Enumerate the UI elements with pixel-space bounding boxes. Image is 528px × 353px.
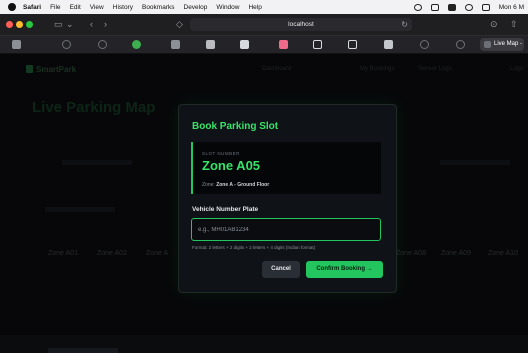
slot-zone-prefix: Zone: [202,182,215,188]
browser-toolbar: ▭ ⌄ ‹ › ◇ localhost ↻ ⊙ ⇧ [0,14,528,36]
booking-modal: Book Parking Slot SLOT NUMBER Zone A05 Z… [178,104,397,293]
back-icon[interactable]: ‹ [90,14,93,35]
menu-help[interactable]: Help [248,4,261,11]
tab-icon[interactable] [240,40,249,49]
tab-icon[interactable] [132,40,141,49]
tab-icon[interactable] [420,40,429,49]
tab-icon[interactable] [171,40,180,49]
slot-info-card: SLOT NUMBER Zone A05 Zone: Zone A - Grou… [191,142,381,194]
forward-icon[interactable]: › [104,14,107,35]
menu-view[interactable]: View [90,4,104,11]
apple-icon[interactable] [8,3,16,11]
tab-live-map-label: Live Map - [494,41,523,47]
tab-icon[interactable] [206,40,215,49]
slot-zone-value: Zone A - Ground Floor [216,182,270,188]
menubar-clock[interactable]: Mon 6 M [499,4,524,11]
sidebar-icon[interactable]: ▭ [54,14,63,35]
slot-zone-line: Zone: Zone A - Ground Floor [202,182,269,188]
status-record-icon[interactable] [413,3,422,11]
address-bar[interactable]: localhost ↻ [190,18,412,31]
footer-placeholder [48,348,118,353]
download-icon[interactable]: ⊙ [490,14,498,35]
tab-favicon-icon [484,41,491,48]
menu-file[interactable]: File [50,4,60,11]
vehicle-plate-input[interactable] [191,218,381,241]
tab-icon[interactable] [313,40,322,49]
search-icon[interactable] [464,3,473,11]
macos-menubar: Safari File Edit View History Bookmarks … [0,0,528,14]
chevron-down-icon[interactable]: ⌄ [66,14,74,35]
menu-history[interactable]: History [113,4,133,11]
tab-icon[interactable] [279,40,288,49]
address-text: localhost [288,21,314,28]
modal-title: Book Parking Slot [192,121,279,132]
battery-icon[interactable] [447,3,456,11]
menu-bookmarks[interactable]: Bookmarks [142,4,175,11]
vehicle-plate-label: Vehicle Number Plate [192,206,259,213]
tab-icon[interactable] [98,40,107,49]
menu-window[interactable]: Window [216,4,239,11]
share-icon[interactable]: ⇧ [510,14,518,35]
close-window-icon[interactable] [6,21,13,28]
tab-icon[interactable] [384,40,393,49]
tab-icon[interactable] [348,40,357,49]
reload-icon[interactable]: ↻ [401,18,408,31]
slot-number-value: Zone A05 [202,158,261,173]
confirm-booking-button[interactable]: Confirm Booking → [306,261,383,278]
tab-live-map[interactable]: Live Map - [480,38,524,51]
tab-icon[interactable] [62,40,71,49]
tab-icon[interactable] [456,40,465,49]
minimize-window-icon[interactable] [16,21,23,28]
plate-format-hint: Format: 2 letters + 2 digits + 2 letters… [192,245,316,250]
shield-icon[interactable]: ◇ [176,14,183,35]
tab-bar: Live Map - [0,36,528,54]
control-center-icon[interactable] [481,3,490,11]
status-link-icon[interactable] [430,3,439,11]
menu-develop[interactable]: Develop [184,4,208,11]
tab-icon[interactable] [12,40,21,49]
menu-edit[interactable]: Edit [70,4,81,11]
slot-number-caption: SLOT NUMBER [202,151,240,156]
zoom-window-icon[interactable] [26,21,33,28]
menu-safari[interactable]: Safari [23,4,41,11]
cancel-button[interactable]: Cancel [262,261,300,278]
